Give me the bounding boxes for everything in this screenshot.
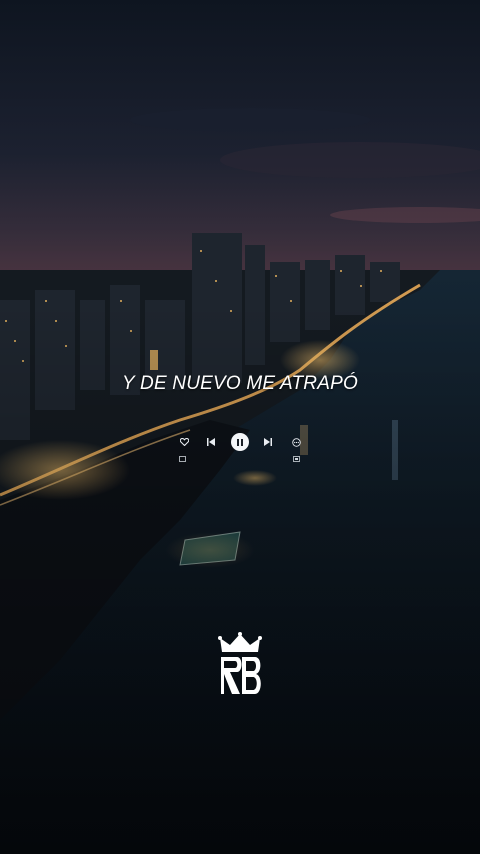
rb-crown-logo: [218, 632, 262, 694]
player-controls: [0, 430, 480, 470]
scene-shade: [0, 0, 480, 854]
video-frame: Y DE NUEVO ME ATRAPÓ: [0, 0, 480, 854]
more-icon[interactable]: [290, 436, 302, 448]
pause-button[interactable]: [231, 433, 249, 451]
heart-icon[interactable]: [178, 436, 190, 448]
lyrics-icon[interactable]: [176, 454, 188, 464]
pause-icon-bar: [241, 438, 243, 446]
next-icon[interactable]: [262, 436, 274, 448]
cast-icon[interactable]: [290, 454, 302, 464]
lyric-line: Y DE NUEVO ME ATRAPÓ: [122, 373, 358, 394]
pause-icon: [237, 438, 239, 446]
previous-icon[interactable]: [205, 436, 217, 448]
